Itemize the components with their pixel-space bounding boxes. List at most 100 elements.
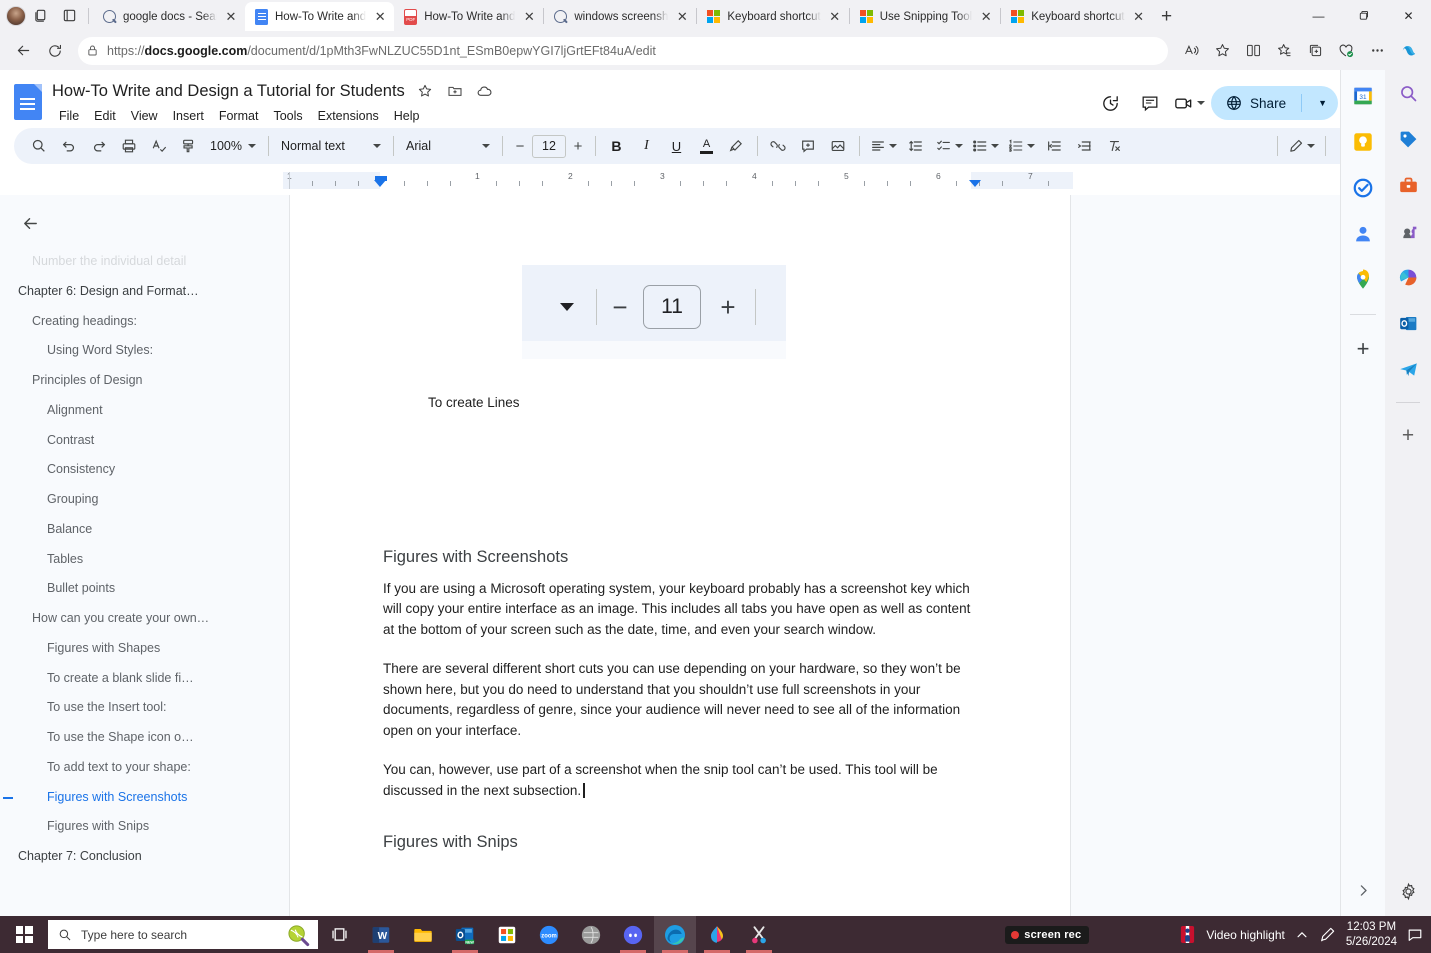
close-icon[interactable]: ✕ [1131,9,1147,25]
pen-menu-icon[interactable] [1319,926,1336,943]
taskbar-clock[interactable]: 12:03 PM 5/26/2024 [1346,920,1397,950]
google-calendar-icon[interactable]: 31 [1351,84,1375,108]
undo-icon[interactable] [54,132,83,161]
tab-actions-icon[interactable] [56,3,82,29]
snipping-tool-icon[interactable] [738,916,780,953]
tab-5[interactable]: Use Snipping Tool ✕ [850,2,1001,31]
star-icon[interactable] [415,81,435,101]
shopping-tag-icon[interactable] [1395,126,1421,152]
link-icon[interactable] [764,132,793,161]
bulleted-list-icon[interactable] [968,132,1003,161]
games-icon[interactable] [1395,218,1421,244]
tab-1[interactable]: How-To Write and ✕ [245,2,395,31]
tab-search-copilot-icon[interactable] [28,3,54,29]
outline-item[interactable]: Principles of Design [0,366,283,396]
copilot-icon[interactable] [1393,36,1423,66]
close-outline-icon[interactable] [12,205,48,241]
menu-view[interactable]: View [124,106,165,126]
italic-button[interactable]: I [632,132,661,161]
paint-format-icon[interactable] [174,132,203,161]
maximize-button[interactable] [1341,0,1386,31]
share-dropdown-icon[interactable]: ▼ [1309,98,1338,108]
file-explorer-icon[interactable] [402,916,444,953]
close-icon[interactable]: ✕ [521,9,537,25]
close-icon[interactable]: ✕ [674,9,690,25]
outlook-icon[interactable] [1395,310,1421,336]
add-sidebar-app-icon[interactable]: + [1395,423,1421,449]
back-icon[interactable] [8,36,38,66]
bold-button[interactable]: B [602,132,631,161]
decrease-font-size-button[interactable]: − [509,133,531,159]
notifications-icon[interactable] [1407,927,1423,943]
first-line-indent-marker[interactable] [374,180,386,187]
version-history-icon[interactable] [1093,86,1127,120]
task-view-icon[interactable] [318,916,360,953]
outline-item[interactable]: Balance [0,515,283,545]
image-icon[interactable] [824,132,853,161]
outline-item[interactable]: To use the Shape icon o… [0,723,283,753]
tab-2[interactable]: How-To Write and ✕ [394,2,543,31]
line-spacing-icon[interactable] [902,132,931,161]
outline-item[interactable]: To use the Insert tool: [0,693,283,723]
outline-item[interactable]: Grouping [0,485,283,515]
settings-more-icon[interactable] [1362,36,1392,66]
tab-3[interactable]: windows screensho ✕ [544,2,696,31]
share-button[interactable]: Share ▼ [1211,86,1338,120]
outline-item[interactable]: To add text to your shape: [0,753,283,783]
address-bar[interactable]: https://docs.google.com/document/d/1pMth… [78,36,1168,65]
zoom-level-selector[interactable]: 100% [204,132,262,160]
word-icon[interactable]: W [360,916,402,953]
chevron-down-icon[interactable] [1197,101,1206,105]
close-icon[interactable]: ✕ [223,9,239,25]
read-aloud-icon[interactable] [1176,36,1206,66]
outline-item[interactable]: Figures with Snips [0,812,283,842]
menu-format[interactable]: Format [212,106,266,126]
underline-button[interactable]: U [662,132,691,161]
decrease-indent-icon[interactable] [1040,132,1069,161]
favorite-star-icon[interactable] [1207,36,1237,66]
add-app-icon[interactable]: + [1351,336,1375,361]
telegram-icon[interactable] [1395,356,1421,382]
edge-icon[interactable] [654,916,696,953]
print-icon[interactable] [114,132,143,161]
google-contacts-icon[interactable] [1351,222,1375,246]
paragraph-style-selector[interactable]: Normal text [275,132,387,160]
comment-icon[interactable] [1133,86,1167,120]
document-canvas[interactable]: − 11 + To create Lines Figures with Scre… [283,195,1385,916]
outline-item[interactable]: Alignment [0,396,283,426]
outline-item[interactable]: Chapter 6: Design and Format… [0,277,283,307]
search-icon[interactable] [1395,80,1421,106]
globe-icon[interactable] [570,916,612,953]
browser-profile-avatar[interactable] [6,5,26,26]
gear-icon[interactable] [1395,878,1421,904]
font-size-input[interactable]: 12 [531,134,566,158]
zoom-icon[interactable]: zoom [528,916,570,953]
outline-item[interactable]: Tables [0,545,283,575]
browser-essentials-icon[interactable] [1331,36,1361,66]
outline-item[interactable]: Number the individual detail [0,247,283,277]
outline-item[interactable]: Chapter 7: Conclusion [0,842,283,872]
show-hidden-icons-chevron-icon[interactable] [1295,928,1309,942]
menu-extensions[interactable]: Extensions [311,106,386,126]
outline-item[interactable]: Using Word Styles: [0,336,283,366]
outline-item-active[interactable]: Figures with Screenshots [0,783,283,813]
microsoft-store-icon[interactable] [486,916,528,953]
spellcheck-icon[interactable] [144,132,173,161]
outline-item[interactable]: Bullet points [0,574,283,604]
increase-indent-icon[interactable] [1070,132,1099,161]
expand-side-panel-icon[interactable] [1351,878,1375,902]
outline-item[interactable]: Contrast [0,426,283,456]
new-tab-button[interactable]: + [1153,3,1181,31]
nba-app-icon[interactable] [1179,925,1196,944]
cortana-tennis-icon[interactable] [287,922,312,950]
move-to-folder-icon[interactable] [445,81,465,101]
edit-mode-icon[interactable] [1284,132,1319,161]
comment-add-icon[interactable] [794,132,823,161]
collections-icon[interactable] [1300,36,1330,66]
document-text-flow[interactable]: To create Lines Figures with Screenshots… [383,195,983,852]
document-page[interactable]: − 11 + To create Lines Figures with Scre… [290,195,1070,916]
outline-item[interactable]: How can you create your own… [0,604,283,634]
close-icon[interactable]: ✕ [372,9,388,25]
menu-help[interactable]: Help [387,106,427,126]
numbered-list-icon[interactable] [1004,132,1039,161]
